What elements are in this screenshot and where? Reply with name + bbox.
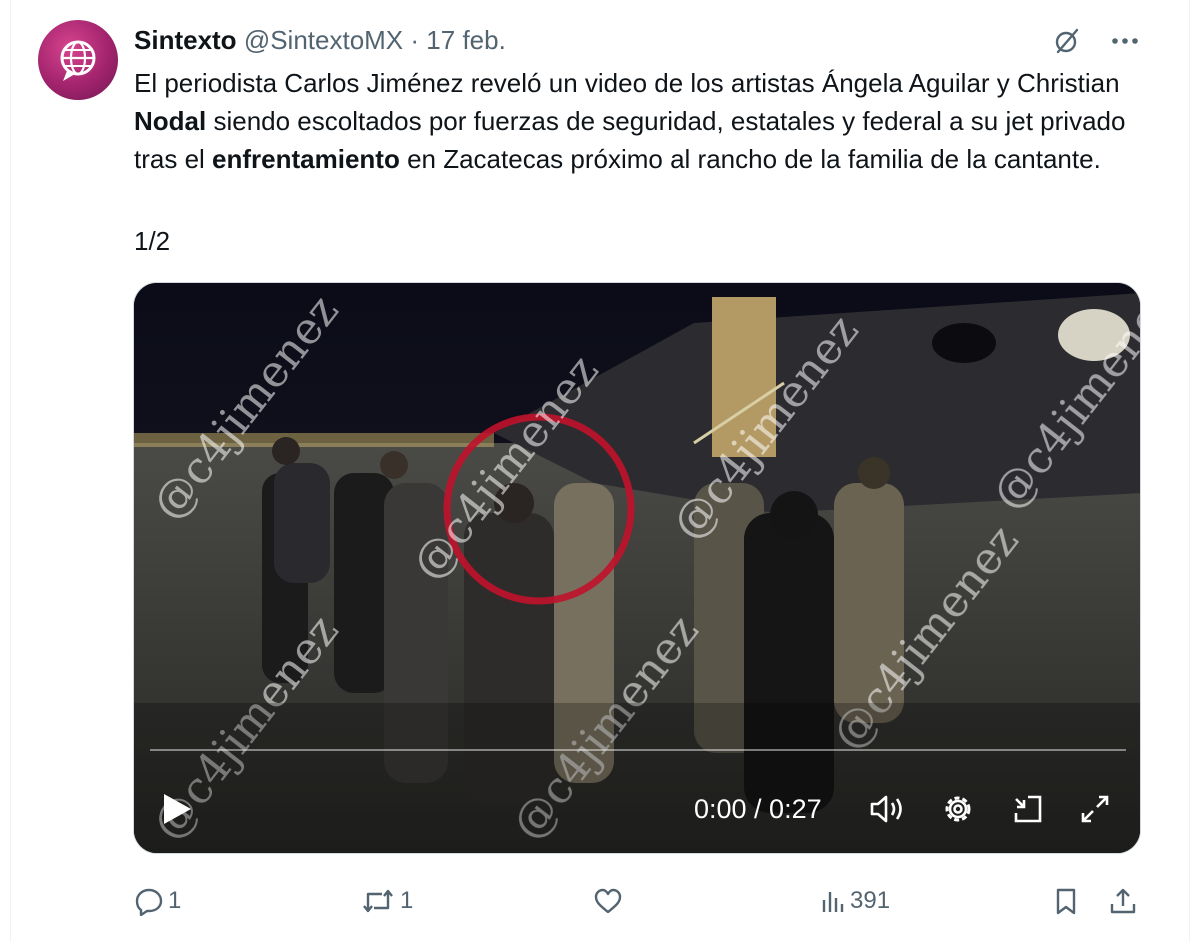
share-button[interactable] bbox=[1108, 878, 1138, 924]
volume-icon[interactable] bbox=[868, 791, 908, 827]
tweet-text-part: en Zacatecas próximo al rancho de la fam… bbox=[399, 144, 1101, 174]
left-divider bbox=[10, 0, 11, 942]
repost-icon bbox=[363, 889, 393, 913]
author-handle[interactable]: @SintextoMX bbox=[244, 25, 403, 55]
views-icon bbox=[822, 892, 844, 912]
post-date[interactable]: 17 feb. bbox=[426, 25, 506, 55]
bookmark-button[interactable] bbox=[1052, 878, 1080, 924]
like-icon bbox=[594, 888, 622, 914]
separator-dot: · bbox=[410, 25, 420, 55]
reply-count: 1 bbox=[168, 887, 182, 914]
tweet-text: El periodista Carlos Jiménez reveló un v… bbox=[134, 64, 1144, 178]
play-icon[interactable] bbox=[160, 791, 194, 827]
settings-gear-icon[interactable] bbox=[940, 791, 976, 827]
reply-icon bbox=[135, 888, 163, 916]
tweet-text-bold-enfrentamiento: enfrentamiento bbox=[212, 144, 400, 174]
video-time: 0:00 / 0:27 bbox=[694, 794, 822, 824]
bookmark-icon bbox=[1056, 888, 1076, 915]
repost-count: 1 bbox=[400, 887, 414, 914]
views-button[interactable]: 391 bbox=[820, 878, 890, 924]
tweet-text-bold-nodal: Nodal bbox=[134, 106, 207, 136]
tweet-header: Sintexto @SintextoMX · 17 feb. bbox=[134, 24, 506, 56]
thread-counter: 1/2 bbox=[134, 226, 171, 256]
picture-in-picture-icon[interactable] bbox=[1008, 791, 1046, 827]
globe-logo-icon bbox=[60, 40, 96, 81]
video-progress-bar[interactable] bbox=[150, 749, 1126, 751]
views-count: 391 bbox=[850, 887, 891, 914]
tweet-text-part: El periodista Carlos Jiménez reveló un v… bbox=[134, 68, 1120, 98]
fullscreen-icon[interactable] bbox=[1078, 791, 1112, 827]
like-button[interactable] bbox=[592, 878, 628, 924]
repost-button[interactable]: 1 bbox=[360, 878, 413, 924]
more-icon[interactable] bbox=[1108, 26, 1142, 56]
grok-icon[interactable] bbox=[1052, 26, 1082, 56]
avatar[interactable] bbox=[38, 20, 118, 100]
share-icon bbox=[1110, 888, 1136, 914]
action-bar: 1 1 391 bbox=[0, 878, 1200, 924]
author-name[interactable]: Sintexto bbox=[134, 25, 237, 55]
video-frame: @c4jimenez @c4jimenez @c4jimenez @c4jime… bbox=[134, 283, 1140, 853]
tweet-card[interactable]: Sintexto @SintextoMX · 17 feb. El period… bbox=[0, 0, 1200, 942]
reply-button[interactable]: 1 bbox=[134, 878, 181, 924]
video-player[interactable]: @c4jimenez @c4jimenez @c4jimenez @c4jime… bbox=[133, 282, 1141, 854]
right-divider bbox=[1189, 0, 1190, 942]
